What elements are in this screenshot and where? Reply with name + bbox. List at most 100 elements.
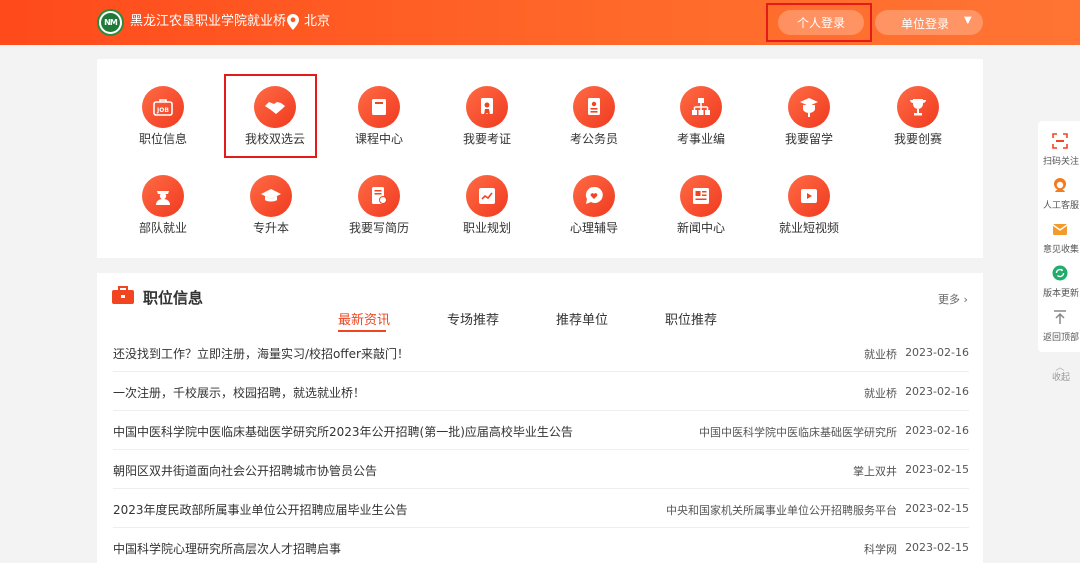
news-source: 中央和国家机关所属事业单位公开招聘服务平台: [666, 504, 897, 517]
site-name[interactable]: 黑龙江农垦职业学院就业桥: [130, 14, 286, 30]
logo-mark: NM: [101, 13, 120, 32]
service-label: 心理辅导: [569, 221, 618, 235]
news-date: 2023-02-15: [905, 463, 969, 476]
active-tab-indicator: [338, 330, 386, 332]
location-pin-icon[interactable]: [287, 14, 299, 30]
service-label: 我要考证: [462, 132, 511, 146]
city-selector[interactable]: 北京: [304, 14, 330, 30]
heart-chat-icon: [573, 175, 615, 217]
service-career-planning[interactable]: 职业规划: [437, 175, 537, 255]
book-icon: [358, 86, 400, 128]
certificate-icon: [466, 86, 508, 128]
unit-login-button[interactable]: 单位登录 ▼: [875, 10, 983, 35]
news-icon: [680, 175, 722, 217]
news-source: 就业桥: [864, 348, 897, 361]
back-to-top-icon: [1054, 310, 1066, 324]
job-icon: JOB: [142, 86, 184, 128]
svg-text:JOB: JOB: [156, 107, 169, 114]
table-row[interactable]: 中国中医科学院中医临床基础医学研究所2023年公开招聘(第一批)应届高校毕业生公…: [113, 411, 969, 450]
service-label: 我要创赛: [893, 132, 942, 146]
news-source: 中国中医科学院中医临床基础医学研究所: [699, 426, 897, 439]
chevron-right-icon: ›: [963, 293, 968, 306]
handshake-icon: [254, 86, 296, 128]
service-label: 专升本: [252, 221, 289, 235]
refresh-icon: [1052, 265, 1068, 281]
resume-icon: [358, 175, 400, 217]
service-label: 就业短视频: [778, 221, 839, 235]
news-title[interactable]: 2023年度民政部所属事业单位公开招聘应届毕业生公告: [113, 501, 408, 518]
service-public-institution[interactable]: 考事业编: [651, 86, 751, 166]
service-job-info[interactable]: JOB 职位信息: [113, 86, 213, 166]
service-upgrade-degree[interactable]: 专升本: [221, 175, 321, 255]
table-row[interactable]: 中国科学院心理研究所高层次人才招聘启事 科学网 2023-02-15: [113, 528, 969, 563]
news-title[interactable]: 朝阳区双井街道面向社会公开招聘城市协管员公告: [113, 462, 377, 479]
sidebar-item-label: 扫码关注: [1043, 157, 1080, 167]
service-label: 课程中心: [354, 132, 403, 146]
news-title[interactable]: 中国科学院心理研究所高层次人才招聘启事: [113, 540, 341, 557]
tab-job-recommend[interactable]: 职位推荐: [665, 309, 717, 328]
sidebar-item-label: 人工客服: [1043, 201, 1080, 211]
section-title: 职位信息: [143, 289, 204, 307]
video-icon: [788, 175, 830, 217]
tab-latest-news[interactable]: 最新资讯: [338, 309, 390, 328]
graduate-icon: [788, 86, 830, 128]
news-date: 2023-02-16: [905, 424, 969, 437]
service-label: 考公务员: [569, 132, 618, 146]
service-label: 新闻中心: [676, 221, 725, 235]
service-certificate[interactable]: 我要考证: [437, 86, 537, 166]
sidebar-item-back-to-top[interactable]: 返回顶部: [1038, 303, 1080, 347]
chart-icon: [466, 175, 508, 217]
soldier-icon: [142, 175, 184, 217]
service-civil-servant[interactable]: 考公务员: [544, 86, 644, 166]
service-military-employment[interactable]: 部队就业: [113, 175, 213, 255]
service-label: 我要留学: [784, 132, 833, 146]
news-title[interactable]: 还没找到工作？立即注册，海量实习/校招offer来敲门！: [113, 345, 409, 362]
civil-servant-icon: [573, 86, 615, 128]
personal-login-button[interactable]: 个人登录: [778, 10, 864, 35]
feedback-icon: [1052, 224, 1068, 235]
news-date: 2023-02-15: [905, 541, 969, 554]
table-row[interactable]: 一次注册，千校展示，校园招聘，就选就业桥！ 就业桥 2023-02-16: [113, 372, 969, 411]
services-panel: JOB 职位信息 我校双选云 课程中心 我要考证 考公务员 考事业编 我要留学 …: [97, 59, 983, 258]
news-title[interactable]: 中国中医科学院中医临床基础医学研究所2023年公开招聘(第一批)应届高校毕业生公…: [113, 423, 573, 440]
service-label: 考事业编: [676, 132, 725, 146]
sidebar-item-version-update[interactable]: 版本更新: [1038, 259, 1080, 303]
service-label: 职业规划: [462, 221, 511, 235]
service-competition[interactable]: 我要创赛: [868, 86, 968, 166]
mortarboard-icon: [250, 175, 292, 217]
sidebar-item-scan-follow[interactable]: 扫码关注: [1038, 127, 1080, 171]
news-source: 掌上双井: [853, 465, 897, 478]
table-row[interactable]: 还没找到工作？立即注册，海量实习/校招offer来敲门！ 就业桥 2023-02…: [113, 333, 969, 372]
news-date: 2023-02-15: [905, 502, 969, 515]
org-chart-icon: [680, 86, 722, 128]
qr-scan-icon: [1052, 133, 1068, 149]
service-news-center[interactable]: 新闻中心: [651, 175, 751, 255]
school-logo[interactable]: NM: [97, 9, 124, 36]
unit-login-label: 单位登录: [901, 17, 950, 31]
sidebar-item-customer-service[interactable]: 人工客服: [1038, 171, 1080, 215]
service-label: 我要写简历: [348, 221, 409, 235]
tab-special-recommend[interactable]: 专场推荐: [447, 309, 499, 328]
sidebar-item-label: 意见收集: [1043, 245, 1080, 255]
sidebar-item-feedback[interactable]: 意见收集: [1038, 215, 1080, 259]
more-label: 更多: [938, 293, 960, 306]
sidebar-collapse-button[interactable]: ︿ 收起: [1040, 360, 1080, 383]
sidebar-item-label: 版本更新: [1043, 289, 1080, 299]
service-write-resume[interactable]: 我要写简历: [329, 175, 429, 255]
news-date: 2023-02-16: [905, 346, 969, 359]
service-school-fair-cloud[interactable]: 我校双选云: [225, 86, 325, 166]
floating-sidebar: 扫码关注 人工客服 意见收集 版本更新 返回顶部: [1038, 121, 1080, 352]
more-link[interactable]: 更多 ›: [938, 291, 968, 307]
service-short-video[interactable]: 就业短视频: [759, 175, 859, 255]
service-course-center[interactable]: 课程中心: [329, 86, 429, 166]
service-counseling[interactable]: 心理辅导: [544, 175, 644, 255]
job-info-section: 职位信息 更多 › 最新资讯 专场推荐 推荐单位 职位推荐 还没找到工作？立即注…: [97, 273, 983, 563]
service-label: 我校双选云: [244, 132, 305, 146]
service-study-abroad[interactable]: 我要留学: [759, 86, 859, 166]
tab-recommend-units[interactable]: 推荐单位: [556, 309, 608, 328]
service-label: 职位信息: [138, 132, 187, 146]
table-row[interactable]: 2023年度民政部所属事业单位公开招聘应届毕业生公告 中央和国家机关所属事业单位…: [113, 489, 969, 528]
news-title[interactable]: 一次注册，千校展示，校园招聘，就选就业桥！: [113, 384, 365, 401]
news-date: 2023-02-16: [905, 385, 969, 398]
table-row[interactable]: 朝阳区双井街道面向社会公开招聘城市协管员公告 掌上双井 2023-02-15: [113, 450, 969, 489]
